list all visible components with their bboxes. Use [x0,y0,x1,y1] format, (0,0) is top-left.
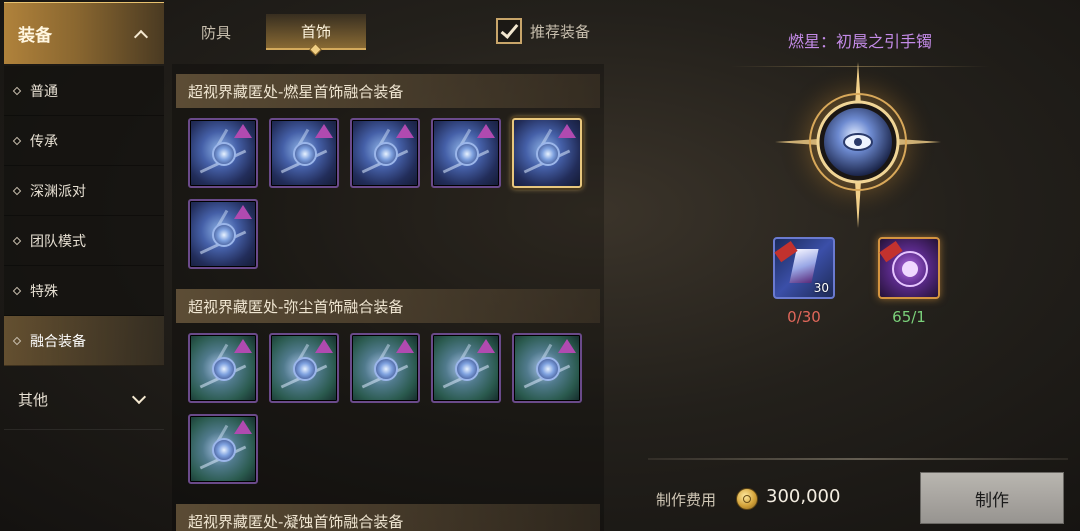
material-progress-crystal: 0/30 [787,308,821,326]
equipment-slot[interactable] [512,118,582,188]
diamond-bullet-icon [12,236,22,245]
equipment-list[interactable]: 超视界藏匿处-燃星首饰融合装备 超视界藏匿处-弥尘首饰融合装备 超视界藏匿处-凝… [172,64,604,531]
accessory-gem-icon [536,142,560,166]
section-header-erosion: 超视界藏匿处-凝蚀首饰融合装备 [176,504,600,531]
equipment-slot[interactable] [350,118,420,188]
rarity-triangle-icon [315,124,333,138]
accessory-gem-icon [374,357,398,381]
equipment-slot[interactable] [188,333,258,403]
category-nav: 装备 普通 传承 深渊派对 团队模式 特殊 融合装备 其他 [0,0,168,531]
section-header-dust: 超视界藏匿处-弥尘首饰融合装备 [176,289,600,323]
cost-label: 制作费用 [656,491,717,509]
nav-list: 普通 传承 深渊派对 团队模式 特殊 融合装备 [4,66,164,366]
rarity-triangle-icon [477,124,495,138]
accessory-gem-icon [212,223,236,247]
nav-item-normal[interactable]: 普通 [4,66,164,116]
material-slot-compass[interactable] [878,237,940,299]
accessory-gem-icon [536,357,560,381]
diamond-bullet-icon [12,186,22,195]
chevron-up-icon [133,29,149,44]
accessory-gem-icon [212,357,236,381]
nav-item-label: 团队模式 [30,233,86,250]
diamond-bullet-icon [12,286,22,295]
tab-accessory[interactable]: 首饰 [266,14,366,56]
accessory-gem-icon [212,438,236,462]
material-progress-compass: 65/1 [892,308,926,326]
accessory-gem-icon [293,357,317,381]
gold-coin-icon [736,488,758,510]
diamond-bullet-icon [12,136,22,145]
equipment-slot[interactable] [269,118,339,188]
recommend-checkbox[interactable] [496,18,522,44]
equipment-slot[interactable] [188,199,258,269]
nav-item-label: 特殊 [30,283,58,300]
nav-item-label: 深渊派对 [30,183,86,200]
rarity-triangle-icon [234,339,252,353]
rarity-triangle-icon [234,124,252,138]
make-button[interactable]: 制作 [920,472,1064,524]
material-slot-crystal[interactable]: 30 [773,237,835,299]
diamond-bullet-icon [12,86,22,95]
active-tab-marker-icon [309,43,322,56]
rarity-triangle-icon [558,124,576,138]
section-header-burning-star: 超视界藏匿处-燃星首饰融合装备 [176,74,600,108]
rarity-triangle-icon [315,339,333,353]
accessory-gem-icon [455,357,479,381]
checkmark-icon [500,20,519,39]
equipment-slot[interactable] [431,333,501,403]
equipment-slot[interactable] [269,333,339,403]
cost-divider [648,458,1068,460]
equipment-slot[interactable] [512,333,582,403]
nav-item-label: 传承 [30,133,58,150]
material-stack-count: 30 [813,281,829,295]
nav-item-team-mode[interactable]: 团队模式 [4,216,164,266]
equipment-slot[interactable] [188,118,258,188]
selected-item-title: 燃星：初晨之引手镯 [787,32,932,51]
equipment-slot[interactable] [350,333,420,403]
nav-item-special[interactable]: 特殊 [4,266,164,316]
compass-core-icon [902,261,918,277]
recommend-equipment-toggle[interactable]: 推荐装备 [496,16,590,46]
nav-header-equipment[interactable]: 装备 [4,2,164,64]
rarity-triangle-icon [234,420,252,434]
tab-armor[interactable]: 防具 [186,14,246,50]
recommend-label: 推荐装备 [530,22,591,41]
accessory-gem-icon [374,142,398,166]
diamond-bullet-icon [12,336,22,345]
rarity-triangle-icon [477,339,495,353]
nav-item-label: 普通 [30,83,58,100]
rarity-triangle-icon [234,205,252,219]
equipment-slot[interactable] [188,414,258,484]
tab-accessory-label: 首饰 [300,22,331,41]
rarity-triangle-icon [396,339,414,353]
accessory-gem-icon [293,142,317,166]
nav-header-other[interactable]: 其他 [4,370,164,430]
nav-header-label: 装备 [18,26,52,46]
chevron-down-icon [131,389,147,404]
nav-item-abyss-party[interactable]: 深渊派对 [4,166,164,216]
accessory-gem-icon [212,142,236,166]
crystal-material-icon [789,249,819,283]
equipment-slot[interactable] [431,118,501,188]
rarity-triangle-icon [396,124,414,138]
nav-item-inheritance[interactable]: 传承 [4,116,164,166]
nav-item-fusion-equipment[interactable]: 融合装备 [4,316,164,366]
cost-value: 300,000 [766,486,841,507]
nav-item-label: 融合装备 [30,333,86,350]
accessory-gem-icon [455,142,479,166]
selected-item-emblem-icon [775,62,941,228]
nav-other-label: 其他 [18,391,49,409]
rarity-triangle-icon [558,339,576,353]
